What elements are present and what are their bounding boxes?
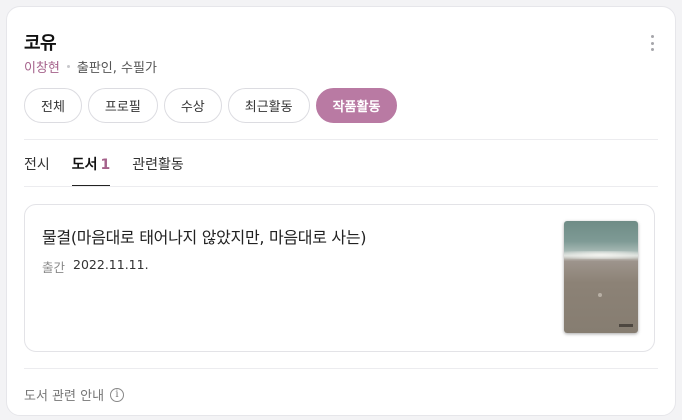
more-options-icon[interactable] [649, 35, 655, 51]
info-text: 도서 관련 안내 [24, 389, 105, 404]
book-info-notice: 도서 관련 안내 i [24, 385, 125, 404]
category-chips: 전체 프로필 수상 최근활동 작품활동 [24, 88, 398, 123]
tab-related-activity[interactable]: 관련활동 [132, 154, 184, 186]
chip-recent-activity[interactable]: 최근활동 [227, 88, 310, 123]
chip-awards[interactable]: 수상 [163, 88, 222, 123]
book-item[interactable]: 물결(마음대로 태어나지 않았지만, 마음대로 사는) 출간 2022.11.1… [24, 204, 655, 352]
book-meta: 출간 2022.11.11. [42, 257, 149, 276]
info-icon[interactable]: i [110, 387, 125, 402]
subtabs: 전시 도서 1 관련활동 [24, 154, 184, 187]
subtabs-divider [24, 186, 658, 187]
profile-roles: 출판인, 수필가 [76, 61, 157, 76]
profile-subtitle: 이창현 출판인, 수필가 [24, 57, 157, 76]
chip-works[interactable]: 작품활동 [315, 88, 398, 123]
published-label: 출간 [42, 260, 66, 275]
separator-dot [66, 65, 70, 68]
book-cover-image[interactable] [564, 221, 638, 333]
tab-exhibition[interactable]: 전시 [24, 154, 50, 186]
profile-title: 코유 [24, 33, 57, 54]
chip-all[interactable]: 전체 [24, 88, 82, 123]
book-title[interactable]: 물결(마음대로 태어나지 않았지만, 마음대로 사는) [42, 224, 367, 248]
profile-name[interactable]: 이창현 [24, 57, 60, 76]
footer-divider [24, 368, 658, 369]
published-date: 2022.11.11. [73, 257, 149, 272]
profile-card: 코유 이창현 출판인, 수필가 전체 프로필 수상 최근활동 작품활동 전시 도… [6, 6, 676, 416]
books-count: 1 [100, 157, 111, 173]
divider [24, 139, 658, 140]
tab-books[interactable]: 도서 1 [71, 154, 111, 187]
chip-profile[interactable]: 프로필 [87, 88, 158, 123]
